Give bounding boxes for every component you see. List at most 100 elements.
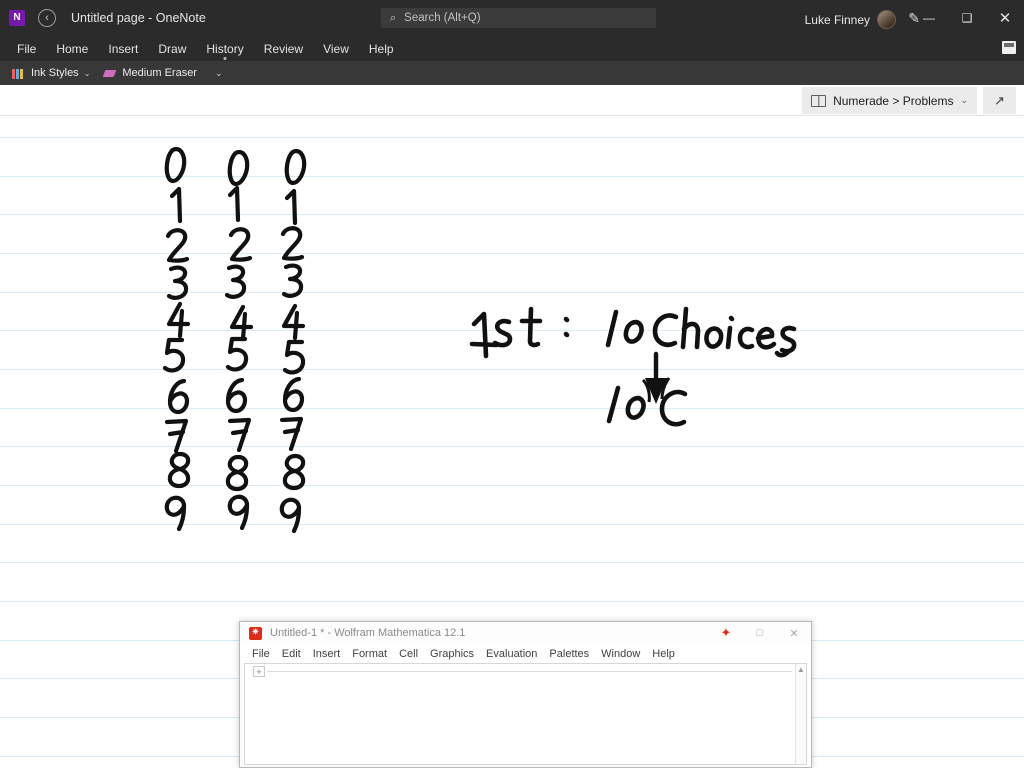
tab-review[interactable]: Review [254,36,313,61]
mma-menu-window[interactable]: Window [595,648,646,660]
rule-line [0,446,1024,447]
account-name: Luke Finney [804,12,870,27]
toolbar-overflow-icon[interactable]: ⌄ [215,68,223,79]
restore-button[interactable]: ❑ [948,0,986,36]
tab-help[interactable]: Help [359,36,404,61]
ink-digit-9 [279,497,302,519]
rule-line [0,253,1024,254]
mma-menu-cell[interactable]: Cell [393,648,424,660]
medium-eraser-button[interactable]: Medium Eraser [102,61,199,85]
notebook-icon [811,94,827,107]
rule-line [0,562,1024,563]
ink-digit-4 [177,308,185,339]
tab-draw[interactable]: Draw [148,36,196,61]
mma-menu-palettes[interactable]: Palettes [543,648,595,660]
ink-digit-7 [279,416,304,452]
ink-note-second-line [606,385,688,427]
ink-digit-7 [230,428,249,436]
ink-digit-7 [282,427,301,435]
ink-styles-button[interactable]: Ink Styles ⌄ [10,61,92,85]
wolfram-minimize-spikey-icon[interactable]: ✦ [709,622,743,644]
ink-digit-5 [162,337,186,373]
rule-line [0,176,1024,177]
page-header: Numerade > Problems ⌄ ↗ [0,85,1024,116]
ribbon-display-options-icon[interactable] [1002,41,1016,54]
rule-line [0,485,1024,486]
ink-digit-8 [282,453,306,491]
ink-digit-1 [284,188,298,226]
rule-line [0,137,1024,138]
minimize-button[interactable]: — [910,0,948,36]
ribbon-tabs: File Home Insert Draw History Review Vie… [0,36,1024,61]
mathematica-title-bar[interactable]: ✷ Untitled-1 * - Wolfram Mathematica 12.… [240,622,811,644]
search-icon: ⌕ [390,11,397,24]
mma-menu-file[interactable]: File [246,648,276,660]
down-arrow-icon [641,351,671,404]
mma-menu-insert[interactable]: Insert [307,648,347,660]
close-button[interactable]: ✕ [986,0,1024,36]
ink-digit-0 [227,149,250,187]
ink-digit-2 [228,227,253,262]
mathematica-menu-bar: File Edit Insert Format Cell Graphics Ev… [240,644,811,663]
onenote-logo-icon: N [9,10,25,26]
tab-home[interactable]: Home [46,36,98,61]
ink-digit-5 [282,339,306,375]
ink-digit-4 [166,301,191,327]
expand-icon: ↗ [994,92,1005,108]
window-title: Untitled page - OneNote [71,11,206,25]
ink-digit-9 [227,494,250,516]
account-area[interactable]: Luke Finney [805,10,896,29]
tab-history[interactable]: History [196,36,253,61]
ink-digit-4 [281,303,306,329]
avatar[interactable] [877,10,896,29]
tab-file[interactable]: File [7,36,46,61]
ink-digit-6 [282,376,305,413]
expand-button[interactable]: ↗ [983,87,1016,114]
onenote-window: N ‹ Untitled page - OneNote ⌕ Search (Al… [0,0,1024,768]
search-input[interactable]: ⌕ Search (Alt+Q) [381,8,656,28]
back-glyph: ‹ [45,11,49,24]
rule-line [0,214,1024,215]
mathematica-window[interactable]: ✷ Untitled-1 * - Wolfram Mathematica 12.… [239,621,812,768]
wolfram-spikey-icon: ✷ [249,626,262,640]
mathematica-close-button[interactable]: ✕ [777,622,811,644]
back-icon[interactable]: ‹ [38,9,56,27]
new-cell-icon[interactable]: + [253,666,265,677]
mathematica-scrollbar[interactable]: ▲ [795,664,806,764]
mathematica-title: Untitled-1 * - Wolfram Mathematica 12.1 [270,627,466,639]
scroll-up-icon[interactable]: ▲ [796,664,806,676]
new-cell-bar[interactable]: + [253,666,792,677]
tab-view[interactable]: View [313,36,359,61]
medium-eraser-label: Medium Eraser [122,67,197,79]
mma-menu-edit[interactable]: Edit [276,648,307,660]
ink-digit-9 [176,504,187,532]
ink-digit-1 [169,186,183,224]
rule-line [0,369,1024,370]
breadcrumb-label: Numerade > Problems [833,93,954,108]
ink-digit-3 [166,265,189,300]
pens-icon [12,67,26,79]
ink-digit-4 [229,304,254,330]
mathematica-restore-button[interactable]: □ [743,622,777,644]
mathematica-window-controls: ✦ □ ✕ [709,622,811,644]
ink-note-first-line [469,306,797,359]
ink-digit-0 [284,148,307,186]
mma-menu-evaluation[interactable]: Evaluation [480,648,543,660]
notebook-breadcrumb[interactable]: Numerade > Problems ⌄ [802,87,977,114]
mathematica-notebook-area[interactable]: + ▲ [244,663,807,765]
ink-styles-label: Ink Styles [31,67,79,79]
ink-digit-9 [164,495,187,517]
mma-menu-help[interactable]: Help [646,648,681,660]
new-cell-line [267,671,792,672]
rule-line [0,524,1024,525]
rule-line [0,330,1024,331]
eraser-icon [104,68,117,79]
mma-menu-format[interactable]: Format [346,648,393,660]
ink-digit-8 [167,451,191,489]
window-controls: — ❑ ✕ [910,0,1024,36]
search-placeholder: Search (Alt+Q) [404,12,481,24]
mma-menu-graphics[interactable]: Graphics [424,648,480,660]
rule-line [0,408,1024,409]
tab-insert[interactable]: Insert [98,36,148,61]
ink-digit-4 [240,311,248,342]
